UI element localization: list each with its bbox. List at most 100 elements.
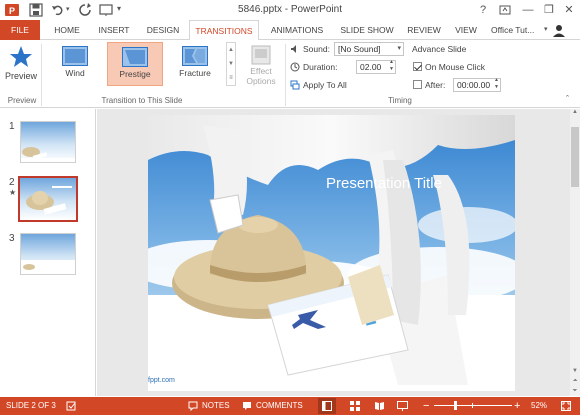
transition-fracture[interactable]: Fracture bbox=[167, 42, 223, 86]
next-slide-icon[interactable]: ⏷ bbox=[570, 388, 580, 395]
gallery-scroll[interactable]: ▲ ▼ ≡ bbox=[226, 42, 236, 86]
title-bar: P ▾ ▾ 5846.pptx - PowerPoint ? — ❐ ✕ bbox=[0, 0, 580, 20]
slide-thumbnail-pane: 1 2 ★ 3 bbox=[0, 109, 96, 396]
prestige-transition-icon bbox=[122, 47, 148, 67]
help-button[interactable]: ? bbox=[475, 2, 491, 18]
tab-slide-show[interactable]: SLIDE SHOW bbox=[336, 20, 398, 40]
slide-footer: fppt.com bbox=[148, 377, 175, 384]
ribbon-tabs: FILE HOME INSERT DESIGN TRANSITIONS ANIM… bbox=[0, 20, 580, 41]
transition-label: Prestige bbox=[119, 69, 151, 79]
scroll-thumb[interactable] bbox=[571, 127, 579, 187]
zoom-slider-center-mark bbox=[472, 403, 473, 408]
after-option[interactable]: After: bbox=[413, 78, 445, 92]
reading-view-icon[interactable] bbox=[374, 401, 385, 411]
zoom-slider-thumb[interactable] bbox=[454, 401, 457, 410]
minimize-button[interactable]: — bbox=[520, 2, 536, 18]
sound-dropdown[interactable]: [No Sound] ▾ bbox=[334, 42, 404, 56]
slide-artwork bbox=[148, 115, 515, 391]
fit-to-window-icon[interactable] bbox=[561, 401, 571, 411]
after-label: After: bbox=[425, 80, 446, 90]
apply-to-all-button[interactable]: Apply To All bbox=[303, 78, 347, 92]
vertical-scrollbar[interactable]: ▲ ▼ ⏶ ⏷ bbox=[570, 109, 580, 396]
tab-animations[interactable]: ANIMATIONS bbox=[265, 20, 329, 40]
transition-label: Fracture bbox=[179, 68, 211, 78]
ribbon: Preview Preview Wind Prestige Fracture ▲… bbox=[0, 40, 580, 108]
tab-home[interactable]: HOME bbox=[48, 20, 86, 40]
account-name[interactable]: Office Tut... bbox=[491, 20, 551, 40]
slide-editor: Presentation Title fppt.com ▲ ▼ ⏶ ⏷ bbox=[97, 109, 580, 396]
comments-icon[interactable] bbox=[242, 401, 252, 411]
slide-sorter-icon[interactable] bbox=[350, 401, 360, 411]
slide-thumbnail-1[interactable] bbox=[20, 121, 76, 163]
transitions-group-label: Transition to This Slide bbox=[101, 96, 183, 105]
slideshow-view-icon[interactable] bbox=[397, 401, 408, 411]
zoom-slider[interactable] bbox=[434, 401, 512, 410]
slide-number: 1 bbox=[9, 121, 15, 132]
preview-button[interactable]: Preview bbox=[3, 43, 39, 91]
effect-options-button[interactable]: Effect Options bbox=[241, 43, 281, 93]
preview-star-icon bbox=[10, 46, 32, 67]
effect-options-label-2: Options bbox=[246, 76, 276, 86]
normal-view-button[interactable] bbox=[318, 398, 336, 414]
spinner-icon: ▲ ▼ bbox=[494, 77, 499, 90]
advance-slide-label: Advance Slide bbox=[412, 44, 467, 54]
slide-2-preview bbox=[26, 186, 72, 215]
sound-icon bbox=[291, 45, 296, 53]
after-checkbox[interactable] bbox=[413, 80, 422, 89]
slide-count: SLIDE 2 OF 3 bbox=[6, 401, 56, 410]
slide-thumbnail-2[interactable] bbox=[18, 176, 78, 222]
tab-file[interactable]: FILE bbox=[0, 20, 40, 40]
collapse-ribbon-icon[interactable]: ˆ bbox=[566, 94, 569, 104]
notes-icon[interactable] bbox=[188, 401, 198, 411]
duration-label: Duration: bbox=[303, 62, 338, 72]
tab-insert[interactable]: INSERT bbox=[92, 20, 136, 40]
transition-star-icon: ★ bbox=[9, 188, 17, 197]
tab-view[interactable]: VIEW bbox=[451, 20, 481, 40]
timing-group-label: Timing bbox=[388, 96, 412, 105]
restore-button[interactable]: ❐ bbox=[541, 2, 557, 18]
tab-review[interactable]: REVIEW bbox=[404, 20, 444, 40]
tab-design[interactable]: DESIGN bbox=[142, 20, 184, 40]
effect-options-icon bbox=[251, 45, 271, 65]
zoom-in-button[interactable]: + bbox=[514, 397, 520, 415]
sound-label: Sound: bbox=[303, 44, 330, 54]
comments-button[interactable]: COMMENTS bbox=[256, 397, 303, 415]
slide-title[interactable]: Presentation Title bbox=[326, 175, 442, 192]
transition-prestige[interactable]: Prestige bbox=[107, 42, 163, 86]
fracture-transition-icon bbox=[182, 46, 208, 66]
chevron-down-icon: ▾ bbox=[397, 45, 401, 52]
slide-thumbnail-3[interactable] bbox=[20, 233, 76, 275]
duration-value: 02.00 bbox=[360, 62, 382, 72]
scroll-down-icon[interactable]: ▼ bbox=[570, 368, 580, 374]
preview-label: Preview bbox=[4, 71, 37, 81]
normal-view-icon bbox=[322, 401, 332, 411]
group-separator bbox=[285, 44, 286, 106]
after-time-field[interactable]: 00:00.00 ▲ ▼ bbox=[453, 77, 501, 92]
group-separator bbox=[41, 44, 42, 106]
zoom-level[interactable]: 52% bbox=[531, 397, 547, 415]
slide-1-preview bbox=[21, 147, 75, 162]
duration-clock-icon bbox=[290, 62, 300, 72]
slide-3-preview bbox=[21, 260, 75, 274]
zoom-out-button[interactable]: − bbox=[423, 397, 429, 415]
duration-field[interactable]: 02.00 ▲ ▼ bbox=[356, 59, 396, 74]
on-mouse-click-checkbox[interactable] bbox=[413, 62, 422, 71]
ribbon-display-options-icon[interactable] bbox=[497, 2, 513, 18]
avatar[interactable] bbox=[552, 23, 566, 37]
account-dropdown-icon[interactable]: ▾ bbox=[544, 25, 548, 33]
current-slide[interactable]: Presentation Title fppt.com bbox=[148, 115, 515, 391]
notes-button[interactable]: NOTES bbox=[202, 397, 230, 415]
preview-group-label: Preview bbox=[7, 96, 37, 105]
wind-transition-icon bbox=[62, 46, 88, 66]
tab-transitions[interactable]: TRANSITIONS bbox=[189, 20, 259, 41]
close-button[interactable]: ✕ bbox=[561, 2, 577, 18]
after-time-value: 00:00.00 bbox=[457, 80, 491, 90]
spinner-icon: ▲ ▼ bbox=[389, 59, 394, 72]
on-mouse-click-option[interactable]: On Mouse Click bbox=[413, 60, 485, 74]
scroll-up-icon[interactable]: ▲ bbox=[570, 109, 580, 119]
transition-wind[interactable]: Wind bbox=[47, 42, 103, 86]
previous-slide-icon[interactable]: ⏶ bbox=[570, 378, 580, 385]
window-title: 5846.pptx - PowerPoint bbox=[238, 4, 342, 15]
transition-label: Wind bbox=[65, 68, 85, 78]
spell-check-icon[interactable] bbox=[66, 401, 77, 411]
